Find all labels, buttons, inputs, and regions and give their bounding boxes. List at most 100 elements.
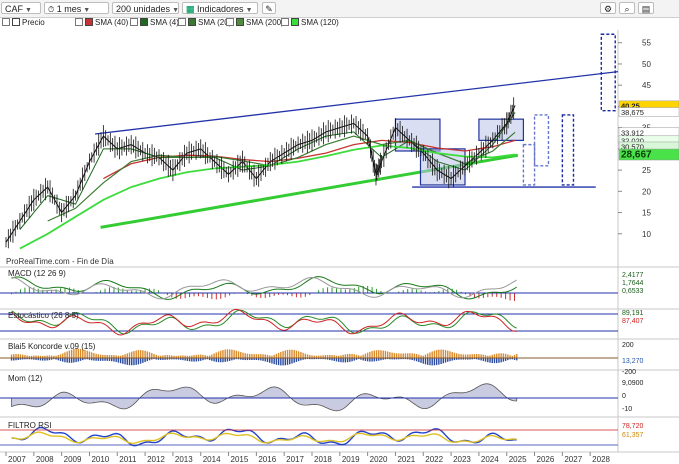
series-line-precio: [5, 105, 516, 243]
x-tick-label: 2023: [453, 455, 471, 464]
rsi-value-1: 78,720: [622, 423, 644, 430]
macd-value-1: 2,4177: [622, 272, 644, 279]
stoch-d-line: [11, 308, 517, 336]
projection-box: [522, 143, 536, 186]
units-text: 200 unidades: [116, 4, 171, 14]
x-tick-label: 2026: [537, 455, 555, 464]
x-tick-label: 2020: [370, 455, 388, 464]
checkbox-icon: [226, 18, 234, 26]
x-tick-label: 2010: [91, 455, 109, 464]
y-tick-label: 10: [642, 230, 651, 239]
price-tag-label: 33,912: [621, 128, 644, 137]
legend-label: SMA (200): [246, 18, 284, 27]
x-tick-label: 2018: [314, 455, 332, 464]
legend-swatch: [291, 18, 299, 26]
chevron-down-icon: ▼: [83, 7, 91, 14]
x-tick-label: 2007: [8, 455, 26, 464]
price-tag-box: [618, 141, 679, 152]
legend-label: SMA (4): [150, 18, 179, 27]
layout-button[interactable]: ▤: [638, 2, 654, 14]
y-tick-label: 30: [642, 145, 651, 154]
legend-sma120[interactable]: SMA (120): [281, 17, 339, 28]
x-tick-label: 2017: [286, 455, 304, 464]
rsi-value-2: 61,357: [622, 432, 644, 439]
toolbar: CAF ▼ ⏱ 1 mes ▼ 200 unidades ▼ ▦ Indicadore…: [0, 0, 679, 18]
clock-icon: ⏱: [48, 5, 55, 14]
y-tick-label: 15: [642, 209, 651, 218]
price-tag-box: [618, 127, 679, 138]
x-axis: 2007 2008 2009 2010 2011 2012 2013 2014 2015 2016…: [5, 452, 611, 464]
legend-price[interactable]: Precio: [2, 17, 45, 28]
x-tick-label: 2022: [425, 455, 443, 464]
legend-swatch: [140, 18, 148, 26]
mom-value-3: -10: [622, 406, 632, 413]
price-tag-box: [618, 107, 679, 117]
source-label: ProRealTime.com - Fin de Día: [6, 257, 114, 266]
units-selector[interactable]: 200 unidades ▼: [112, 2, 179, 14]
macd-signal-line: [11, 276, 517, 300]
magnifier-icon: ⌕: [624, 4, 630, 14]
x-tick-label: 2024: [481, 455, 499, 464]
panel-separators: [0, 30, 679, 453]
legend-label: SMA (40): [95, 18, 129, 27]
y-tick-label: 40: [642, 102, 651, 111]
price-tag-box: [618, 135, 679, 146]
gear-icon: ⚙: [603, 4, 613, 14]
symbol-selector[interactable]: CAF ▼: [1, 2, 41, 14]
layout-icon: ▤: [641, 4, 651, 14]
legend-label: SMA (120): [301, 18, 339, 27]
period-selector[interactable]: ⏱ 1 mes ▼: [44, 2, 109, 14]
mom-value-2: 0: [622, 393, 626, 400]
checkbox-icon: [75, 18, 83, 26]
momentum-area: [11, 383, 518, 412]
x-tick-label: 2025: [509, 455, 527, 464]
rsi-line: [11, 426, 517, 447]
macd-value-3: 0,6533: [622, 288, 644, 295]
x-tick-label: 2014: [203, 455, 221, 464]
consolidation-box: [394, 118, 441, 152]
indicators-text: Indicadores: [197, 4, 244, 14]
macd-value-2: 1,7644: [622, 280, 644, 287]
indicators-button[interactable]: ▦ Indicadores ▼: [182, 2, 258, 14]
legend-sma40[interactable]: SMA (40): [75, 17, 128, 28]
series-line-sma-40-: [103, 139, 516, 180]
mom-value-1: 9,0900: [622, 380, 644, 387]
konc-value-3: -200: [622, 369, 636, 376]
legend-sma20[interactable]: SMA (20): [178, 17, 231, 28]
annotations: [94, 33, 619, 229]
series-line-sma-4-: [19, 112, 516, 230]
pencil-icon: ✎: [265, 4, 273, 14]
y-tick-label: 45: [642, 81, 651, 90]
period-text: 1 mes: [56, 4, 82, 14]
price-tag-box: [618, 148, 679, 161]
x-tick-label: 2021: [397, 455, 415, 464]
checkbox-icon: [2, 18, 10, 26]
y-tick-label: 20: [642, 187, 651, 196]
macd-line: [11, 276, 517, 300]
y-tick-label: 50: [642, 60, 651, 69]
legend-sma200[interactable]: SMA (200): [226, 17, 284, 28]
konc-value-1: 200: [622, 342, 634, 349]
projection-box: [533, 114, 550, 167]
stoch-k-line: [11, 309, 517, 335]
legend-sma4[interactable]: SMA (4): [130, 17, 179, 28]
chevron-down-icon: ▼: [25, 7, 32, 14]
checkbox-icon: [130, 18, 138, 26]
macd-title: MACD (12 26 9): [8, 269, 66, 278]
y-tick-label: 35: [642, 124, 651, 133]
draw-tool-button[interactable]: ✎: [262, 2, 276, 14]
price-tag-label: 32,020: [621, 136, 644, 145]
konc-value-2: 13,270: [622, 358, 644, 365]
chart-canvas[interactable]: 55504540353025201510 2007 2008 2009 2010 201…: [0, 0, 679, 464]
rsi-filter-line: [11, 431, 517, 445]
x-tick-label: 2015: [231, 455, 249, 464]
stoch-title: Estocástico (26 8 5): [8, 311, 79, 320]
price-tag-label: 38,675: [621, 108, 644, 117]
zoom-button[interactable]: ⌕: [619, 2, 635, 14]
price-tags: 40,2538,675 33,91232,02030,57028,667: [618, 100, 679, 161]
price-tag-label: 28,667: [621, 150, 652, 161]
indicator-panels: [0, 276, 618, 447]
price-tag-box: [618, 100, 679, 111]
settings-button[interactable]: ⚙: [600, 2, 616, 14]
price-tag-label: 30,570: [621, 142, 644, 151]
